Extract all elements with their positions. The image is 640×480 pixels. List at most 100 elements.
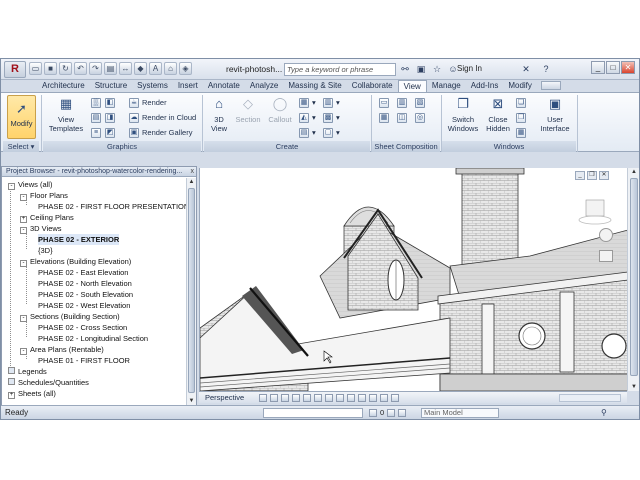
scroll-thumb[interactable] (188, 188, 195, 393)
tree-category[interactable]: Schedules/Quantities (8, 377, 89, 388)
schedules-button[interactable]: ▩ ▾ (323, 112, 340, 123)
view-templates-button[interactable]: ▦ View Templates (45, 95, 87, 133)
sun-path-icon[interactable] (281, 394, 289, 402)
close-hidden-button[interactable]: ⊠ Close Hidden (482, 95, 514, 133)
tree-category[interactable]: - Elevations (Building Elevation) (20, 256, 131, 267)
view-reference-button[interactable]: ◎ (415, 112, 425, 123)
section-icon[interactable]: ◈ (179, 62, 192, 75)
reveal-hidden-icon[interactable] (358, 394, 366, 402)
crop-view-icon[interactable] (314, 394, 322, 402)
shadows-icon[interactable] (292, 394, 300, 402)
steering-wheel-icon[interactable] (599, 228, 613, 242)
redo-icon[interactable]: ↷ (89, 62, 102, 75)
collapse-icon[interactable]: - (20, 194, 27, 201)
help-icon[interactable]: ? (539, 62, 553, 76)
visibility-graphics-button[interactable]: ▒ (91, 97, 101, 108)
tree-view-item[interactable]: PHASE 02 - FIRST FLOOR PRESENTATION (38, 201, 189, 212)
selection-filter-icon[interactable]: ⚲ (601, 408, 607, 417)
search-input[interactable]: Type a keyword or phrase (284, 63, 396, 76)
show-hidden-button[interactable]: ◧ (105, 97, 115, 108)
measure-icon[interactable]: ↔ (119, 62, 132, 75)
render-in-cloud-button[interactable]: ☁ Render in Cloud (129, 112, 196, 123)
tree-view-item[interactable]: PHASE 01 - FIRST FLOOR (38, 355, 130, 366)
collapse-icon[interactable]: - (20, 348, 27, 355)
viewport-horizontal-scrollbar[interactable] (559, 394, 621, 402)
text-icon[interactable]: A (149, 62, 162, 75)
drafting-view-button[interactable]: ▤ ▾ (299, 127, 316, 138)
tree-view-item[interactable]: {3D} (38, 245, 53, 256)
sign-in-button[interactable]: Sign In (457, 64, 482, 73)
switch-windows-button[interactable]: ❐ Switch Windows (446, 95, 480, 133)
workset-dropdown[interactable] (263, 408, 363, 418)
save-icon[interactable]: ■ (44, 62, 57, 75)
collapse-icon[interactable]: - (8, 183, 15, 190)
visual-style-icon[interactable] (270, 394, 278, 402)
tab-manage[interactable]: Manage (427, 80, 466, 92)
cascade-button[interactable]: ❒ (516, 112, 526, 123)
scope-box-button[interactable]: ▢ ▾ (323, 127, 340, 138)
tree-category[interactable]: - Area Plans (Rentable) (20, 344, 104, 355)
cut-profile-button[interactable]: ◨ (105, 112, 115, 123)
tab-annotate[interactable]: Annotate (203, 80, 245, 92)
select-panel-label[interactable]: Select ▾ (3, 141, 39, 152)
close-icon[interactable]: x (191, 168, 195, 175)
worksharing-display-icon[interactable] (369, 394, 377, 402)
expand-icon[interactable]: + (20, 216, 27, 223)
tab-modify[interactable]: Modify (503, 80, 537, 92)
tree-category[interactable]: - Floor Plans (20, 190, 68, 201)
matchline-button[interactable]: ◫ (397, 112, 407, 123)
expand-icon[interactable]: + (8, 392, 15, 399)
collapse-icon[interactable]: - (20, 260, 27, 267)
zoom-icon[interactable] (599, 250, 613, 262)
3d-icon[interactable]: ⌂ (164, 62, 177, 75)
analysis-display-icon[interactable] (380, 394, 388, 402)
replicate-button[interactable]: ❏ (516, 97, 526, 108)
filters-button[interactable]: ▤ (91, 112, 101, 123)
guide-grid-button[interactable]: ▦ (379, 112, 389, 123)
tab-insert[interactable]: Insert (173, 80, 203, 92)
tree-view-item[interactable]: PHASE 02 - South Elevation (38, 289, 133, 300)
collapse-icon[interactable]: - (20, 227, 27, 234)
tab-collaborate[interactable]: Collaborate (347, 80, 398, 92)
tree-view-item[interactable]: PHASE 02 - East Elevation (38, 267, 128, 278)
tree-category[interactable]: + Ceiling Plans (20, 212, 74, 223)
show-crop-region-icon[interactable] (325, 394, 333, 402)
temporary-hide-icon[interactable] (347, 394, 355, 402)
binoculars-icon[interactable]: ⚯ (399, 63, 411, 75)
open-icon[interactable]: ▭ (29, 62, 42, 75)
render-dialog-icon[interactable] (303, 394, 311, 402)
maximize-button[interactable]: □ (606, 61, 620, 74)
tab-systems[interactable]: Systems (132, 80, 173, 92)
filter-icon[interactable] (369, 408, 377, 417)
plan-views-button[interactable]: ▦ ▾ (299, 97, 316, 108)
tab-view[interactable]: View (397, 80, 427, 92)
legends-button[interactable]: ▥ ▾ (323, 97, 340, 108)
title-block-button[interactable]: ▥ (397, 97, 407, 108)
tab-structure[interactable]: Structure (90, 80, 132, 92)
ribbon-minimize-toggle[interactable] (541, 81, 561, 90)
viewport-restore-button[interactable]: ❐ (587, 171, 597, 180)
tree-view-item[interactable]: PHASE 02 - North Elevation (38, 278, 132, 289)
detail-level-icon[interactable] (259, 394, 267, 402)
application-menu-button[interactable]: R (4, 61, 26, 78)
scroll-down-icon[interactable]: ▼ (188, 397, 195, 405)
viewport-minimize-button[interactable]: _ (575, 171, 585, 180)
section-button[interactable]: ◇ Section (234, 95, 262, 124)
sheet-button[interactable]: ▭ (379, 97, 389, 108)
tree-view-item[interactable]: PHASE 02 - EXTERIOR (38, 234, 120, 245)
thin-lines-button[interactable]: ≡ (91, 127, 101, 138)
project-browser-scrollbar[interactable]: ▲ ▼ (186, 178, 196, 405)
revisions-button[interactable]: ▧ (415, 97, 425, 108)
tree-category[interactable]: + Sheets (all) (8, 388, 56, 399)
tree-view-item[interactable]: PHASE 02 - Longitudinal Section (38, 333, 148, 344)
collapse-icon[interactable]: - (20, 315, 27, 322)
scroll-up-icon[interactable]: ▲ (188, 178, 195, 186)
remove-hidden-button[interactable]: ◩ (105, 127, 115, 138)
undo-icon[interactable]: ↶ (74, 62, 87, 75)
exchange-icon[interactable]: ✕ (519, 62, 533, 76)
minimize-button[interactable]: _ (591, 61, 605, 74)
user-interface-button[interactable]: ▣ User Interface (536, 95, 574, 133)
tab-analyze[interactable]: Analyze (245, 80, 283, 92)
subscription-icon[interactable]: ▣ (415, 63, 427, 75)
tree-category[interactable]: - Sections (Building Section) (20, 311, 120, 322)
